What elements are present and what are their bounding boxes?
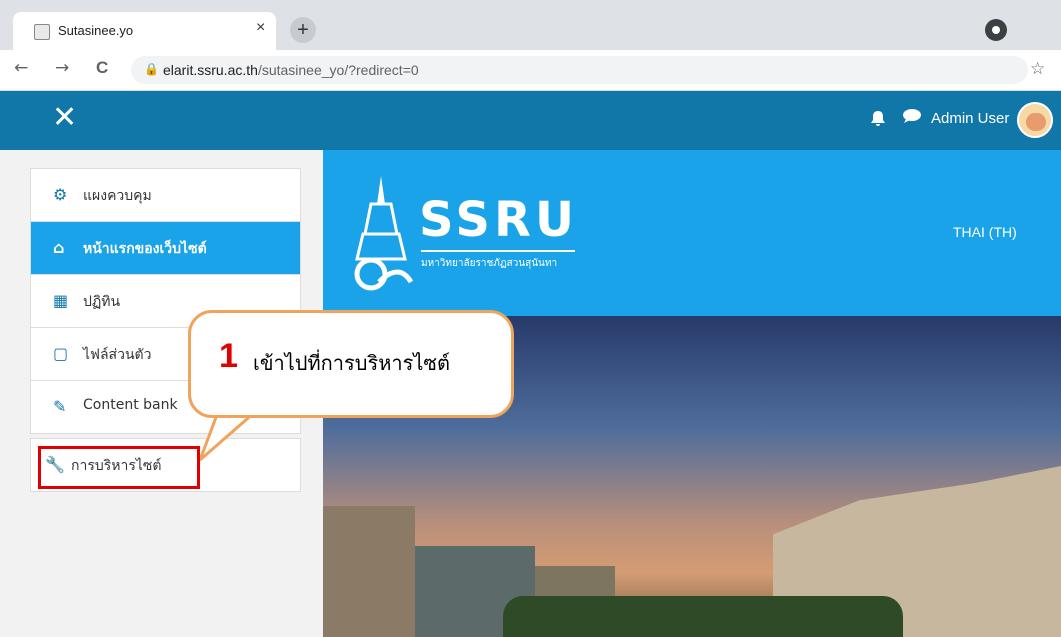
instruction-callout: 1 เข้าไปที่การบริหารไซต์ (188, 310, 514, 418)
address-bar[interactable]: 🔒 elarit.ssru.ac.th/sutasinee_yo/?redire… (131, 56, 1028, 84)
language-selector[interactable]: THAI (TH) (953, 224, 1017, 240)
building-shape (323, 506, 415, 637)
url-path: /sutasinee_yo/?redirect=0 (257, 62, 419, 78)
url-host: elarit.ssru.ac.th (163, 62, 258, 78)
avatar[interactable] (1017, 102, 1053, 138)
new-tab-button[interactable]: + (290, 17, 316, 43)
favicon-icon (34, 24, 50, 40)
paintbrush-icon: ✎ (53, 397, 67, 416)
lock-icon: 🔒 (144, 62, 159, 76)
step-number: 1 (219, 337, 238, 375)
site-header: SSRU มหาวิทยาลัยราชภัฏสวนสุนันทา THAI (T… (323, 150, 1061, 316)
dashboard-icon: ⚙ (53, 185, 68, 204)
browser-tabstrip: Sutasinee.yo × + (0, 0, 1061, 50)
close-drawer-icon[interactable]: ✕ (52, 100, 77, 135)
sidebar-item-dashboard[interactable]: ⚙ แผงควบคุม (31, 169, 300, 222)
browser-toolbar: ← → C 🔒 elarit.ssru.ac.th/sutasinee_yo/?… (0, 50, 1061, 91)
step-text: เข้าไปที่การบริหารไซต์ (253, 351, 450, 375)
calendar-icon: ▦ (53, 291, 69, 310)
sidebar-item-label: แผงควบคุม (83, 188, 152, 204)
home-icon: ⌂ (53, 238, 65, 257)
sidebar-item-label: ปฏิทิน (83, 294, 121, 310)
sidebar-item-label: ไฟล์ส่วนตัว (83, 347, 152, 363)
forward-button[interactable]: → (55, 58, 69, 78)
site-navbar: ✕ Admin User (0, 91, 1061, 150)
highlight-box (38, 446, 200, 489)
reload-button[interactable]: C (96, 58, 108, 78)
sidebar-item-label: หน้าแรกของเว็บไซต์ (83, 241, 207, 257)
back-button[interactable]: ← (14, 58, 28, 78)
url-text: elarit.ssru.ac.th/sutasinee_yo/?redirect… (163, 62, 419, 78)
brand-divider (421, 250, 575, 252)
chat-icon[interactable] (903, 109, 921, 127)
sidebar-item-site-home[interactable]: ⌂ หน้าแรกของเว็บไซต์ (31, 222, 300, 275)
tab-title: Sutasinee.yo (58, 23, 134, 38)
trees-shape (503, 596, 903, 637)
browser-tab[interactable]: Sutasinee.yo × (13, 12, 276, 50)
sidebar-item-label: Content bank (83, 397, 178, 413)
ssru-emblem-icon (354, 176, 413, 291)
brand-logo-text: SSRU (419, 192, 578, 248)
brand-subtitle: มหาวิทยาลัยราชภัฏสวนสุนันทา (421, 258, 558, 269)
file-icon: ▢ (53, 344, 69, 363)
user-name[interactable]: Admin User (931, 110, 1009, 127)
bell-icon[interactable] (871, 111, 885, 131)
callout-tail (200, 412, 258, 462)
profile-icon[interactable] (985, 19, 1007, 41)
tab-close-icon[interactable]: × (256, 19, 265, 37)
bookmark-star-icon[interactable]: ☆ (1030, 59, 1045, 79)
